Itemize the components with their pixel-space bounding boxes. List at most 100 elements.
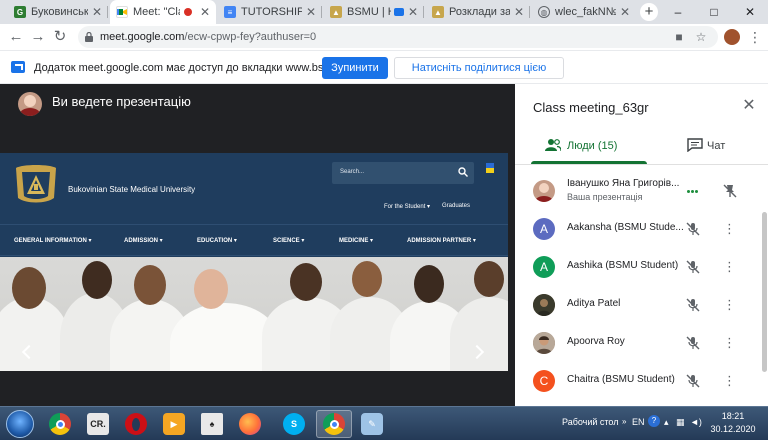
close-tab-icon[interactable]: ✕ <box>306 5 316 19</box>
participant-row[interactable]: Aditya Patel ⋮ <box>515 286 761 324</box>
stop-sharing-button[interactable]: Зупинити <box>322 57 388 79</box>
new-tab-button[interactable]: + <box>640 3 658 21</box>
browser-tab-strip: G Буковинський д ✕ Meet: "Clas ✕ ≡ TUTOR… <box>0 0 768 24</box>
network-icon[interactable]: ▦ <box>676 417 685 428</box>
profile-avatar[interactable] <box>724 29 740 45</box>
tab-tutorship[interactable]: ≡ TUTORSHIP M ✕ <box>218 0 322 24</box>
minimize-button[interactable]: – <box>660 0 696 24</box>
participant-name: Chaitra (BSMU Student) <box>567 374 675 385</box>
close-tab-icon[interactable]: ✕ <box>200 5 210 19</box>
tab-wlec[interactable]: ◍ wlec_fakN№3_ku ✕ <box>532 0 636 24</box>
meeting-title: Class meeting_63gr <box>533 100 649 115</box>
forward-button[interactable]: → <box>28 27 48 47</box>
desktop-toolbar-label[interactable]: Рабочий стол <box>562 417 619 427</box>
participant-avatar: A <box>533 218 555 240</box>
taskbar-paint[interactable]: ✎ <box>354 410 390 438</box>
close-tab-icon[interactable]: ✕ <box>408 5 418 19</box>
volume-icon[interactable]: ◄) <box>690 417 702 427</box>
presenting-status-text: Ви ведете презентацію <box>52 94 191 109</box>
participant-row[interactable]: Іванушко Яна Григорів... Ваша презентаці… <box>515 172 761 210</box>
taskbar-chrome[interactable] <box>42 410 78 438</box>
taskbar-chrome-active[interactable] <box>316 410 352 438</box>
taskbar-solitaire[interactable]: ♠ <box>194 410 230 438</box>
site-nav-general: GENERAL INFORMATION ▾ <box>14 238 92 244</box>
participant-row[interactable]: Apoorva Roy ⋮ <box>515 324 761 362</box>
share-this-tab-button[interactable]: Натисніть поділитися цією вкладкою <box>394 57 564 94</box>
close-tab-icon[interactable]: ✕ <box>620 5 630 19</box>
tab-title: BSMU | Hon <box>347 6 391 18</box>
lock-icon <box>85 32 93 42</box>
speaking-indicator-icon <box>687 190 701 194</box>
start-button[interactable] <box>6 410 34 438</box>
back-button[interactable]: ← <box>6 27 26 47</box>
docs-favicon-icon: ≡ <box>224 6 236 18</box>
participant-row[interactable]: A Aashika (BSMU Student) ⋮ <box>515 248 761 286</box>
participants-scrollbar[interactable] <box>762 212 767 372</box>
tab-bsmu[interactable]: ▲ BSMU | Hon ✕ <box>324 0 424 24</box>
participant-avatar <box>533 294 555 316</box>
tab-title: Розклади занят <box>449 6 510 18</box>
language-indicator[interactable]: EN <box>632 417 645 427</box>
site-nav-medicine: MEDICINE ▾ <box>339 238 374 244</box>
tray-expand-icon[interactable]: » <box>622 417 626 426</box>
presentation-stage: Ви ведете презентацію Bukovinian State M… <box>0 84 515 406</box>
tab-chat[interactable]: Чат <box>675 128 755 164</box>
taskbar-cr[interactable]: CR. <box>80 410 116 438</box>
more-options-icon[interactable]: ⋮ <box>723 220 736 238</box>
tray-arrow-icon[interactable]: ▴ <box>664 417 669 428</box>
participant-avatar <box>533 180 555 202</box>
participant-name: Aashika (BSMU Student) <box>567 260 679 271</box>
more-options-icon[interactable]: ⋮ <box>723 258 736 276</box>
recording-indicator-icon <box>183 8 192 16</box>
tab-title: wlec_fakN№3_ku <box>555 6 616 18</box>
more-options-icon[interactable]: ⋮ <box>723 334 736 352</box>
tab-sharing-banner: Додаток meet.google.com має доступ до вк… <box>0 50 768 94</box>
close-tab-icon[interactable]: ✕ <box>514 5 524 19</box>
people-tab-label: Люди (15) <box>567 140 618 152</box>
chat-tab-label: Чат <box>707 140 726 152</box>
more-options-icon[interactable]: ⋮ <box>723 296 736 314</box>
help-icon[interactable]: ? <box>648 415 660 427</box>
participant-avatar <box>533 332 555 354</box>
camera-icon[interactable]: ■ <box>672 30 686 44</box>
taskbar-opera[interactable] <box>118 410 154 438</box>
university-crest-icon <box>16 165 56 203</box>
presenter-avatar <box>18 92 42 116</box>
participant-name: Іванушко Яна Григорів... <box>567 178 680 189</box>
participant-row[interactable]: A Aakansha (BSMU Stude... ⋮ <box>515 210 761 248</box>
participant-row[interactable]: C Chaitra (BSMU Student) ⋮ <box>515 362 761 400</box>
browser-menu-icon[interactable]: ⋮ <box>748 28 762 46</box>
meet-favicon-icon <box>116 6 128 18</box>
browser-toolbar: ← → ↻ meet.google.com/ecw-cpwp-fey?authu… <box>0 24 768 50</box>
tab-people[interactable]: Люди (15) <box>531 128 647 164</box>
tab-title: Буковинський д <box>31 6 88 18</box>
tab-meet[interactable]: Meet: "Clas ✕ <box>110 0 216 24</box>
tab-bukovinian[interactable]: G Буковинський д ✕ <box>8 0 108 24</box>
participant-avatar: A <box>533 256 555 278</box>
share-screen-icon <box>11 61 25 73</box>
taskbar-skype[interactable]: S <box>276 410 312 438</box>
mic-off-icon <box>686 222 700 236</box>
opera-icon <box>125 413 147 435</box>
more-options-icon[interactable]: ⋮ <box>723 372 736 390</box>
taskbar-firefox[interactable] <box>232 410 268 438</box>
close-panel-button[interactable]: ✕ <box>741 98 757 114</box>
system-clock[interactable]: 18:21 30.12.2020 <box>708 410 758 436</box>
pin-off-icon[interactable] <box>723 184 737 198</box>
participant-subtitle: Ваша презентація <box>567 192 643 202</box>
bookmark-star-icon[interactable]: ☆ <box>694 30 708 44</box>
maximize-button[interactable]: □ <box>696 0 732 24</box>
windows-taskbar: CR. ▶ ♠ S ✎ Рабочий стол » EN ? ▴ ▦ ◄) 1… <box>0 406 768 440</box>
tab-rozklady[interactable]: ▲ Розклади занят ✕ <box>426 0 530 24</box>
mic-off-icon <box>686 374 700 388</box>
reload-button[interactable]: ↻ <box>50 27 70 47</box>
site-main-nav: GENERAL INFORMATION ▾ ADMISSION ▾ EDUCAT… <box>0 224 508 256</box>
ukraine-flag-icon <box>486 163 494 173</box>
close-window-button[interactable]: ✕ <box>732 0 768 24</box>
address-bar[interactable]: meet.google.com/ecw-cpwp-fey?authuser=0 … <box>78 26 718 48</box>
close-tab-icon[interactable]: ✕ <box>92 5 102 19</box>
chrome-icon <box>49 413 71 435</box>
clock-time: 18:21 <box>721 411 745 421</box>
cr-app-icon: CR. <box>87 413 109 435</box>
taskbar-media[interactable]: ▶ <box>156 410 192 438</box>
